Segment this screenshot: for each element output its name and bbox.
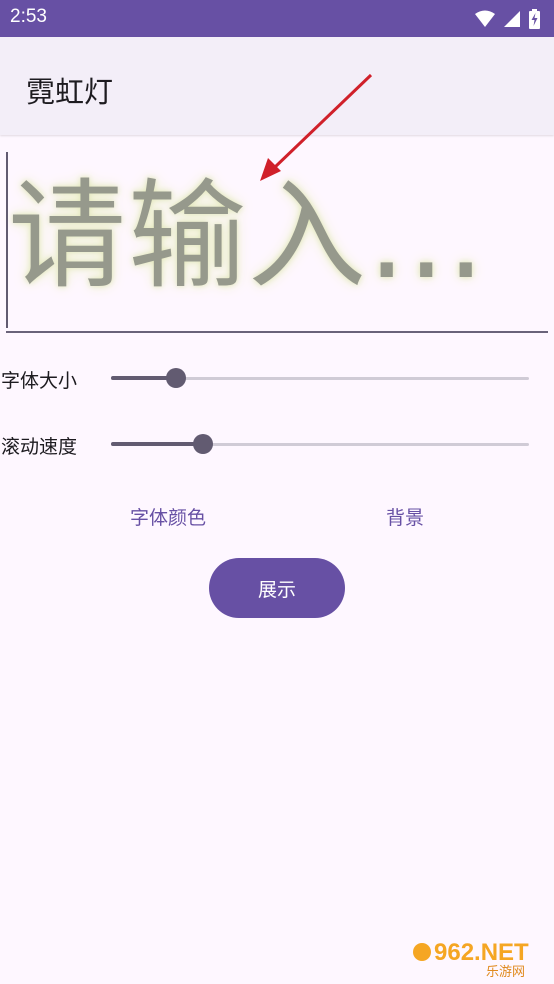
annotation-arrow-icon: [260, 73, 373, 181]
font-color-button[interactable]: 字体颜色: [130, 498, 206, 534]
battery-charging-icon: [529, 9, 540, 29]
font-size-label: 字体大小: [1, 370, 78, 392]
background-button[interactable]: 背景: [386, 498, 424, 534]
watermark-logo: 962.NET 乐游网: [413, 939, 529, 980]
wifi-icon: [475, 10, 495, 27]
scroll-speed-track-active: [111, 442, 203, 446]
scroll-speed-slider-row: 滚动速度: [0, 424, 554, 464]
app-title: 霓虹灯: [26, 75, 114, 109]
show-button[interactable]: 展示: [209, 558, 345, 618]
watermark-text: 962.NET: [434, 939, 529, 966]
font-size-slider-row: 字体大小: [0, 358, 554, 398]
text-cursor: [6, 152, 8, 328]
input-underline: [6, 331, 548, 333]
cellular-signal-icon: [504, 11, 520, 27]
font-size-thumb[interactable]: [165, 368, 186, 388]
status-icons: [475, 8, 540, 30]
status-bar: 2:53: [0, 0, 554, 37]
input-placeholder: 请输入...: [8, 167, 487, 305]
status-time: 2:53: [10, 6, 47, 27]
scroll-speed-label: 滚动速度: [1, 436, 78, 458]
scroll-speed-thumb[interactable]: [192, 434, 213, 454]
watermark-sub: 乐游网: [486, 965, 525, 980]
